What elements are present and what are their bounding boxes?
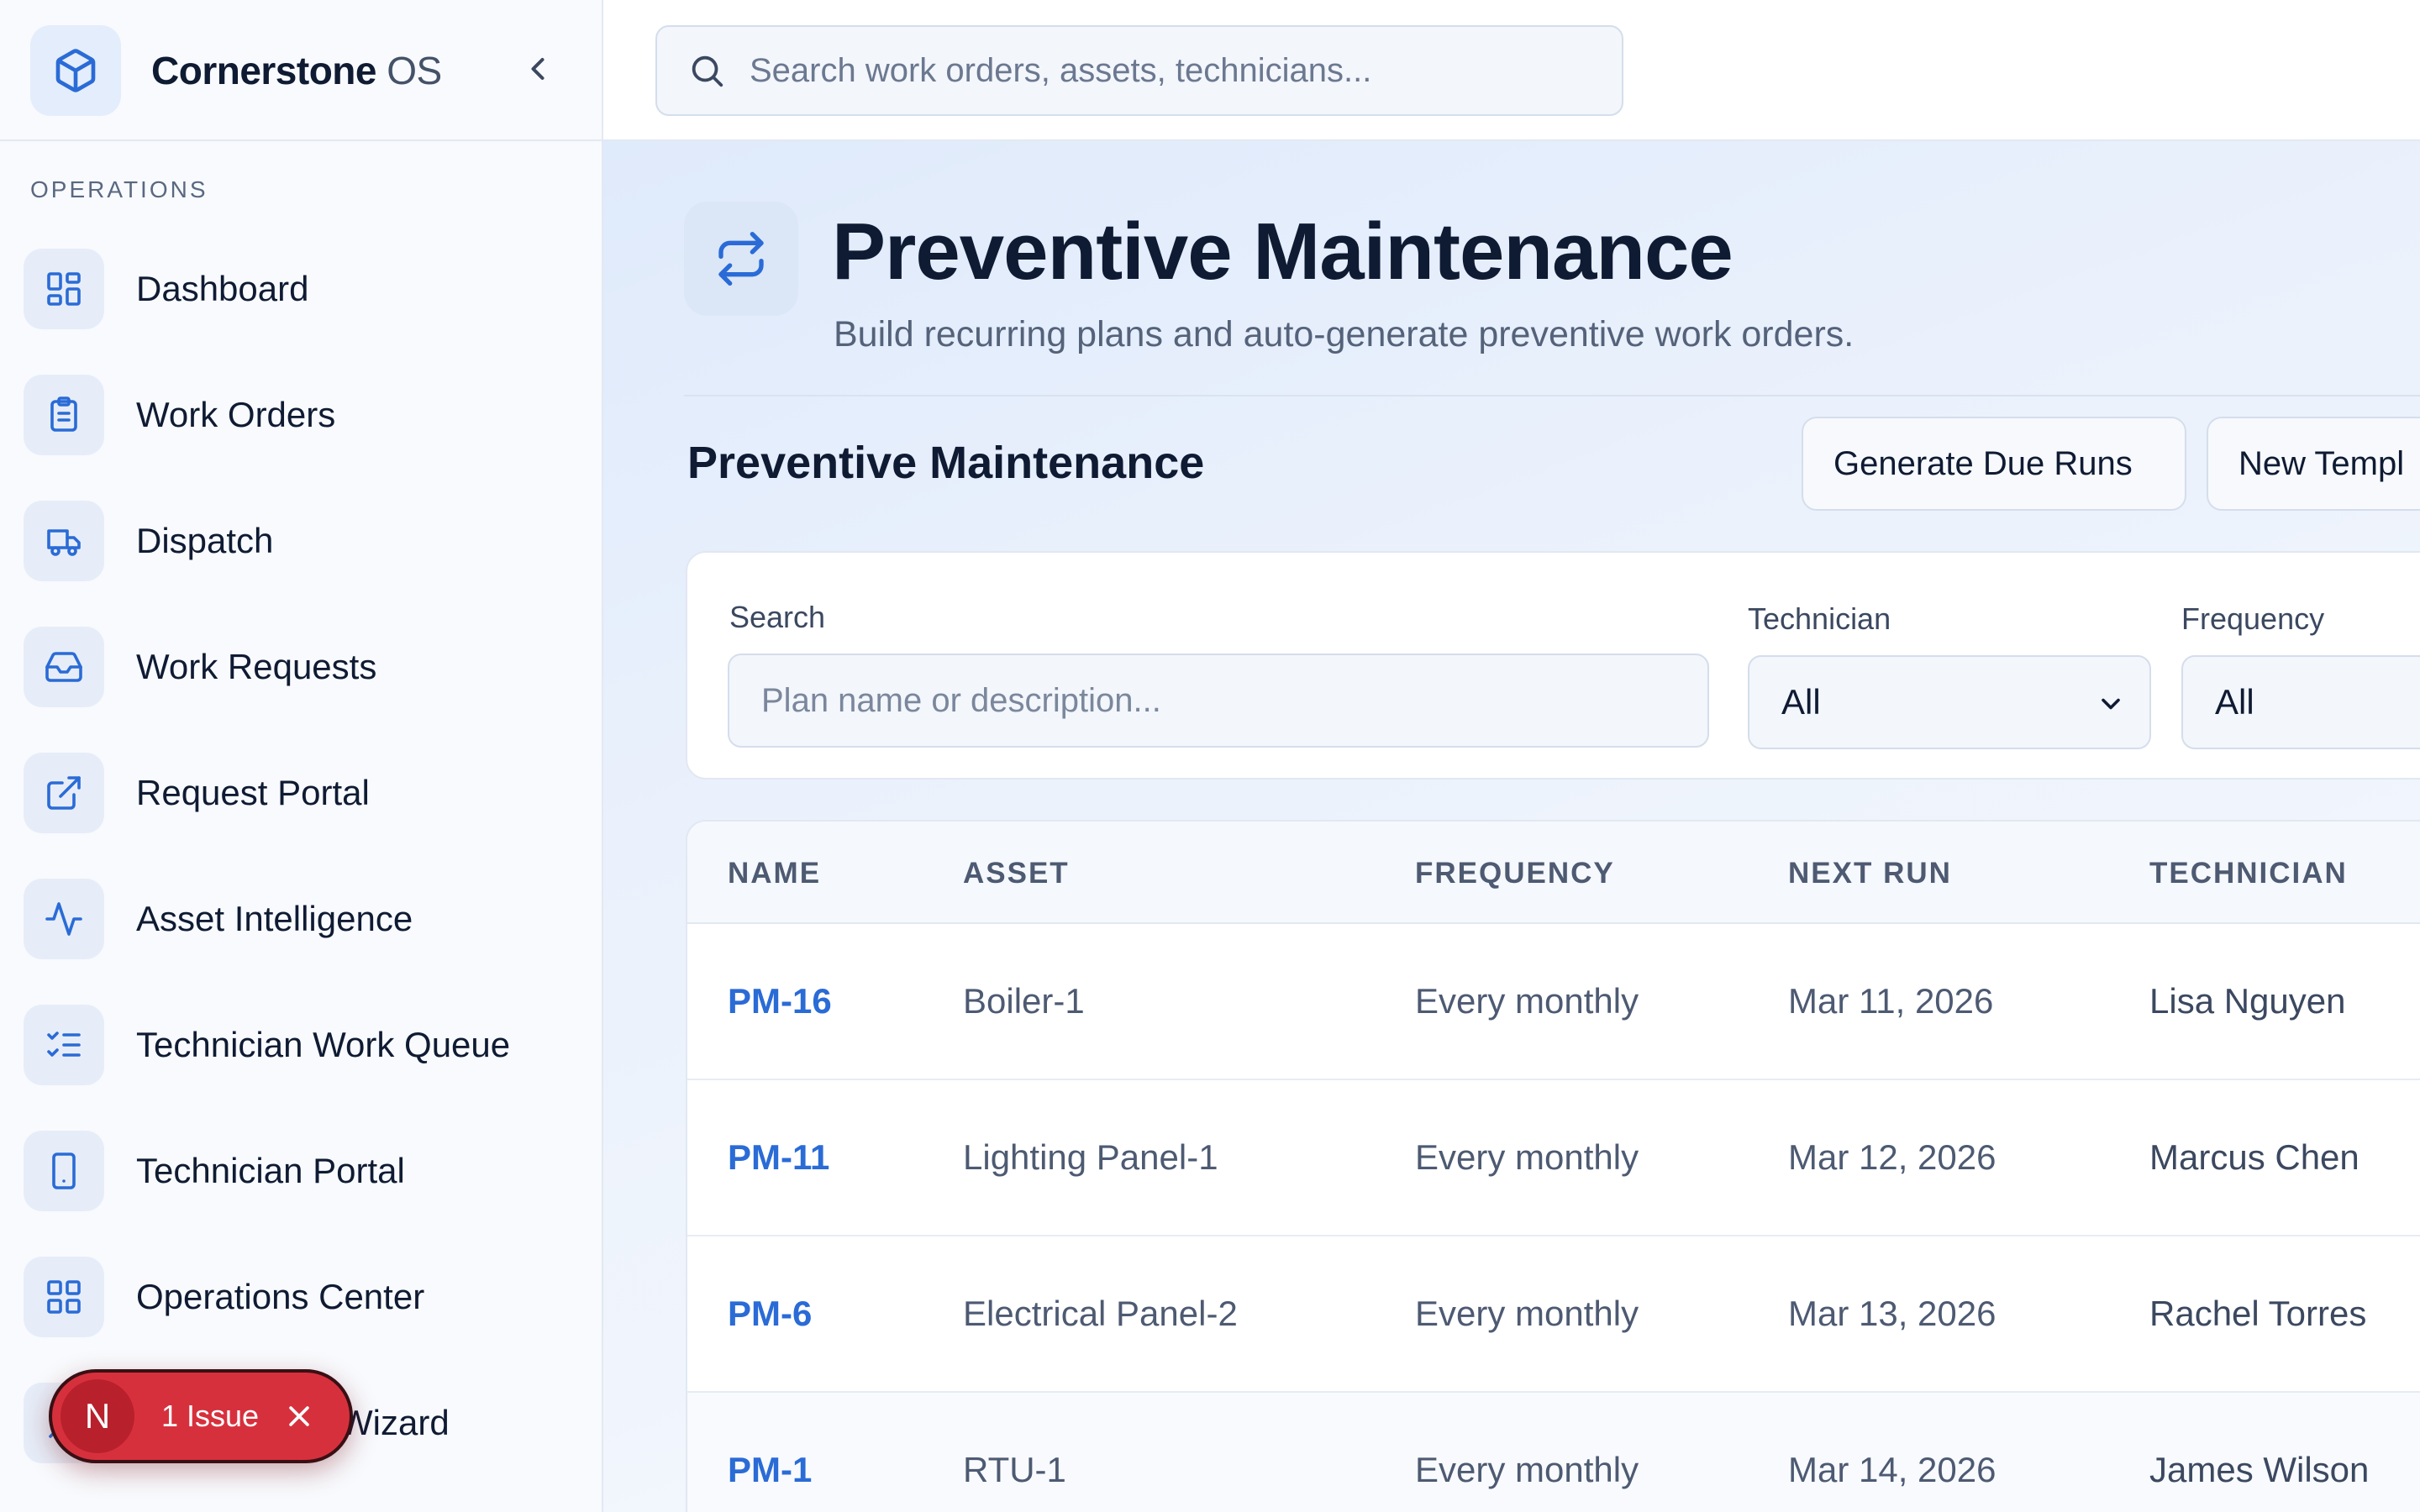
plan-name-link[interactable]: PM-16 [728, 981, 832, 1021]
layout-dashboard-icon [24, 249, 104, 329]
chevron-left-icon [531, 57, 544, 81]
cube-logo-icon[interactable] [30, 25, 121, 116]
technician-cell: Rachel Torres [2149, 1294, 2367, 1333]
sidebar-item-label: Request Portal [136, 773, 370, 812]
column-header-asset[interactable]: ASSET [963, 857, 1070, 890]
search-filter-label: Search [729, 600, 826, 634]
clipboard-list-icon [24, 375, 104, 455]
sidebar-item-label: Operations Center [136, 1277, 425, 1316]
sidebar-item-dispatch[interactable]: Dispatch [24, 497, 578, 585]
plan-name-link[interactable]: PM-11 [728, 1137, 829, 1178]
chevron-down-icon [2102, 698, 2120, 710]
asset-cell: RTU-1 [963, 1450, 1066, 1489]
technician-select[interactable]: All [1748, 655, 2151, 749]
list-checks-icon [24, 1005, 104, 1085]
brand-header: Cornerstone OS [0, 0, 602, 141]
technician-filter-label: Technician [1748, 601, 1891, 636]
nav-section-label: OPERATIONS [30, 176, 208, 202]
sidebar-item-label: Technician Work Queue [136, 1025, 511, 1064]
table-row[interactable]: PM-6 Electrical Panel-2 Every monthly Ma… [687, 1236, 2420, 1393]
technician-cell: Lisa Nguyen [2149, 981, 2346, 1021]
frequency-filter-label: Frequency [2181, 601, 2325, 636]
top-bar [603, 0, 2420, 141]
sidebar-item-label: Asset Intelligence [136, 899, 413, 938]
sidebar-item-label: Work Orders [136, 395, 336, 434]
next-run-cell: Mar 14, 2026 [1788, 1450, 1996, 1489]
main-content: Preventive Maintenance Build recurring p… [603, 141, 2420, 1512]
activity-icon [24, 879, 104, 959]
technician-cell: Marcus Chen [2149, 1137, 2360, 1177]
sidebar-item-request-portal[interactable]: Request Portal [24, 749, 578, 837]
smartphone-icon [24, 1131, 104, 1211]
issue-logo: N [60, 1379, 134, 1453]
frequency-select[interactable]: All [2181, 655, 2420, 749]
frequency-cell: Every monthly [1415, 1137, 1639, 1177]
sidebar-item-work-orders[interactable]: Work Orders [24, 371, 578, 459]
external-link-icon [24, 753, 104, 833]
column-header-technician[interactable]: TECHNICIAN [2149, 857, 2348, 890]
sidebar-item-label: Technician Portal [136, 1151, 405, 1190]
asset-cell: Lighting Panel-1 [963, 1137, 1218, 1177]
brand-name-bold: Cornerstone [151, 49, 376, 92]
table-header: NAME ASSET FREQUENCY NEXT RUN TECHNICIAN [687, 822, 2420, 924]
plan-search-input[interactable] [728, 654, 1709, 748]
close-icon[interactable] [281, 1398, 318, 1435]
table-row[interactable]: PM-11 Lighting Panel-1 Every monthly Mar… [687, 1080, 2420, 1236]
sidebar-item-technician-portal[interactable]: Technician Portal [24, 1127, 578, 1215]
filter-panel: Search Technician All Frequency All [686, 551, 2420, 780]
repeat-icon [684, 202, 798, 316]
section-title: Preventive Maintenance [687, 438, 1205, 488]
generate-due-runs-button[interactable]: Generate Due Runs [1802, 417, 2186, 511]
brand-name: Cornerstone OS [151, 47, 442, 94]
new-template-button[interactable]: New Templ [2207, 417, 2420, 511]
pm-plans-table: NAME ASSET FREQUENCY NEXT RUN TECHNICIAN… [686, 820, 2420, 1512]
column-header-next-run[interactable]: NEXT RUN [1788, 857, 1952, 890]
plan-name-link[interactable]: PM-6 [728, 1294, 812, 1334]
collapse-sidebar-button[interactable] [513, 44, 563, 94]
sidebar-item-dashboard[interactable]: Dashboard [24, 245, 578, 333]
brand-name-light: OS [387, 49, 442, 92]
header-divider [684, 395, 2420, 396]
frequency-cell: Every monthly [1415, 981, 1639, 1021]
next-run-cell: Mar 12, 2026 [1788, 1137, 1996, 1177]
sidebar-item-technician-work-queue[interactable]: Technician Work Queue [24, 1001, 578, 1089]
sidebar-item-asset-intelligence[interactable]: Asset Intelligence [24, 875, 578, 963]
app-root: Cornerstone OS OPERATIONS Dashboard Work… [0, 0, 2420, 1512]
table-row[interactable]: PM-1 RTU-1 Every monthly Mar 14, 2026 Ja… [687, 1393, 2420, 1512]
issues-badge[interactable]: N 1 Issue [49, 1369, 353, 1463]
next-run-cell: Mar 11, 2026 [1788, 981, 1994, 1021]
plan-name-link[interactable]: PM-1 [728, 1450, 812, 1490]
sidebar-item-work-requests[interactable]: Work Requests [24, 623, 578, 711]
truck-icon [24, 501, 104, 581]
grid-icon [24, 1257, 104, 1337]
sidebar: Cornerstone OS OPERATIONS Dashboard Work… [0, 0, 603, 1512]
table-row[interactable]: PM-16 Boiler-1 Every monthly Mar 11, 202… [687, 924, 2420, 1080]
frequency-select-value: All [2215, 682, 2254, 722]
sidebar-item-operations-center[interactable]: Operations Center [24, 1253, 578, 1341]
sidebar-item-label: Work Requests [136, 647, 377, 686]
page-title: Preventive Maintenance [832, 207, 1733, 297]
frequency-cell: Every monthly [1415, 1450, 1639, 1489]
technician-select-value: All [1781, 682, 1821, 722]
page-subtitle: Build recurring plans and auto-generate … [834, 314, 1854, 354]
column-header-name[interactable]: NAME [728, 857, 821, 890]
column-header-frequency[interactable]: FREQUENCY [1415, 857, 1615, 890]
sidebar-item-label: Dashboard [136, 269, 309, 308]
global-search[interactable] [655, 25, 1623, 116]
asset-cell: Electrical Panel-2 [963, 1294, 1238, 1333]
asset-cell: Boiler-1 [963, 981, 1085, 1021]
sidebar-item-label: Wizard [339, 1403, 450, 1442]
frequency-cell: Every monthly [1415, 1294, 1639, 1333]
issue-count: 1 Issue [161, 1399, 260, 1433]
technician-cell: James Wilson [2149, 1450, 2370, 1489]
inbox-icon [24, 627, 104, 707]
global-search-input[interactable] [750, 51, 1590, 90]
next-run-cell: Mar 13, 2026 [1788, 1294, 1996, 1333]
sidebar-item-label: Dispatch [136, 521, 274, 560]
search-icon [692, 55, 723, 87]
